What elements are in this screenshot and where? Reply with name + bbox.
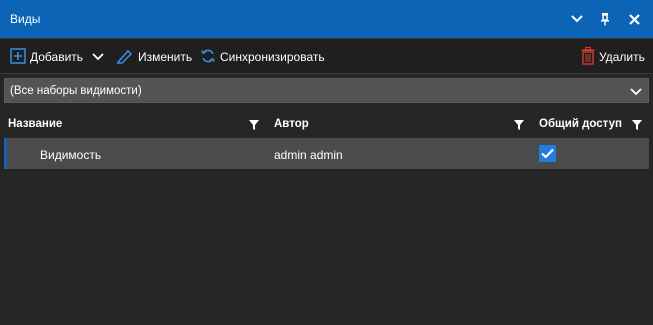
chevron-down-icon[interactable] xyxy=(567,9,587,29)
views-table: Название Автор Общий доступ Видимость ad… xyxy=(4,108,649,321)
filter-icon[interactable] xyxy=(249,119,259,130)
close-icon[interactable] xyxy=(624,9,644,29)
column-header-author[interactable]: Автор xyxy=(274,118,309,130)
chevron-down-icon xyxy=(630,85,642,99)
refresh-icon xyxy=(200,48,216,67)
row-name-cell: Видимость xyxy=(40,148,102,162)
shared-access-checkbox[interactable] xyxy=(539,145,556,162)
add-dropdown-toggle[interactable] xyxy=(92,48,104,66)
table-header: Название Автор Общий доступ xyxy=(4,108,649,138)
chevron-down-icon xyxy=(92,50,104,64)
row-author-cell: admin admin xyxy=(274,148,343,162)
visibility-set-value: (Все наборы видимости) xyxy=(10,85,142,97)
window-title: Виды xyxy=(10,12,41,26)
pin-icon[interactable] xyxy=(595,9,615,29)
table-row[interactable]: Видимость admin admin xyxy=(4,138,649,169)
plus-square-icon xyxy=(10,47,26,67)
add-button[interactable]: Добавить xyxy=(10,47,84,67)
edit-button-label: Изменить xyxy=(138,50,193,64)
sync-button[interactable]: Синхронизировать xyxy=(200,48,325,66)
delete-button-label: Удалить xyxy=(599,50,645,64)
column-header-name[interactable]: Название xyxy=(8,118,62,130)
toolbar: Добавить Изменить Синхронизировать Удали… xyxy=(0,38,653,74)
window-titlebar: Виды xyxy=(0,0,653,38)
add-button-label: Добавить xyxy=(30,50,84,64)
delete-button[interactable]: Удалить xyxy=(581,46,645,68)
sync-button-label: Синхронизировать xyxy=(220,50,325,64)
filter-icon[interactable] xyxy=(632,119,642,130)
column-header-shared[interactable]: Общий доступ xyxy=(539,118,622,130)
trash-icon xyxy=(581,46,595,68)
edit-button[interactable]: Изменить xyxy=(116,48,192,66)
filter-icon[interactable] xyxy=(514,119,524,130)
pencil-icon xyxy=(116,48,134,67)
visibility-set-select[interactable]: (Все наборы видимости) xyxy=(4,78,649,103)
